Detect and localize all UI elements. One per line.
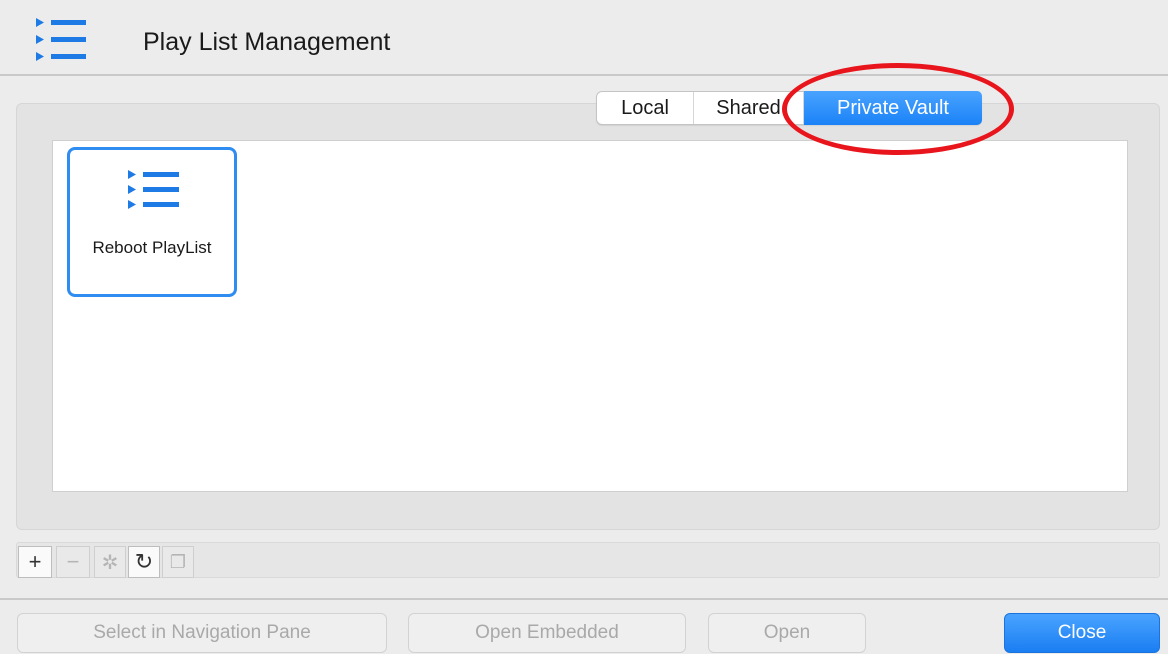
gear-icon: ✲ [101, 551, 119, 574]
playlist-icon [36, 18, 86, 61]
footer-divider [0, 598, 1168, 600]
add-button[interactable]: + [18, 546, 52, 578]
tab-shared[interactable]: Shared [694, 92, 804, 124]
title-bar: Play List Management [0, 0, 1168, 76]
open-button[interactable]: Open [708, 613, 866, 653]
close-button[interactable]: Close [1004, 613, 1160, 653]
playlist-icon [128, 170, 179, 209]
playlist-item-label: Reboot PlayList [92, 238, 212, 257]
select-in-navigation-pane-button[interactable]: Select in Navigation Pane [17, 613, 387, 653]
tab-local[interactable]: Local [597, 92, 694, 124]
remove-button[interactable]: − [56, 546, 90, 578]
scope-tabs: Local Shared Private Vault [596, 91, 982, 125]
copy-button[interactable]: ❐ [162, 546, 194, 578]
settings-button[interactable]: ✲ [94, 546, 126, 578]
copy-icon: ❐ [169, 551, 187, 572]
refresh-button[interactable]: ↻ [128, 546, 160, 578]
refresh-icon: ↻ [134, 549, 154, 574]
plus-icon: + [28, 549, 42, 574]
window-title: Play List Management [143, 28, 391, 56]
playlist-item[interactable]: Reboot PlayList [67, 147, 237, 297]
minus-icon: − [66, 549, 80, 574]
open-embedded-button[interactable]: Open Embedded [408, 613, 686, 653]
tab-private-vault[interactable]: Private Vault [804, 91, 982, 125]
